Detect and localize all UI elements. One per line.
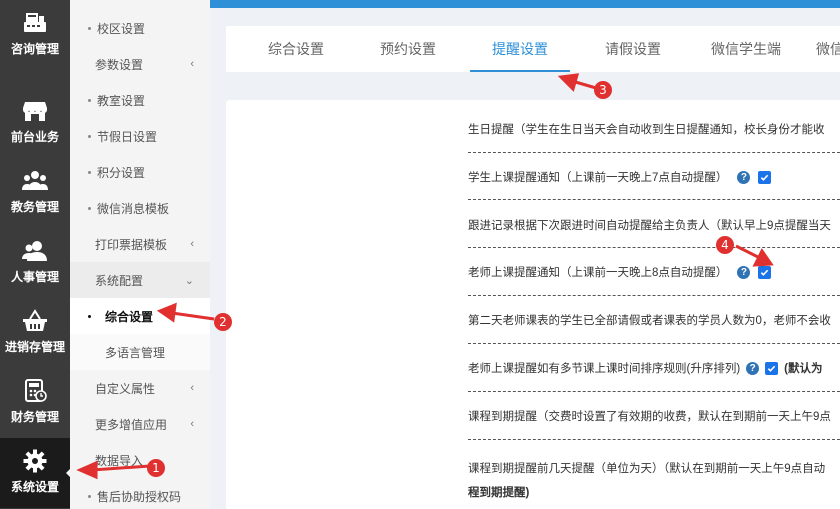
- tab-leave[interactable]: 请假设置: [593, 26, 673, 72]
- divider: [468, 295, 840, 296]
- rail-item-consult[interactable]: 咨询管理: [0, 0, 70, 70]
- submenu-item-wechat-template[interactable]: 微信消息模板: [70, 190, 210, 226]
- setting-birthday: 生日提醒（学生在生日当天会自动收到生日提醒通知，校长身份才能收: [468, 124, 825, 136]
- storefront-icon: [22, 98, 48, 124]
- submenu-item-campus[interactable]: 校区设置: [70, 10, 210, 46]
- rail-item-label: 财务管理: [10, 410, 59, 424]
- chevron-down-icon: ⌄: [184, 274, 194, 287]
- person-icon: [22, 238, 48, 264]
- annotation-badge: 3: [594, 81, 612, 99]
- submenu-item-data-import[interactable]: 数据导入: [70, 442, 210, 478]
- users-group-icon: [22, 168, 48, 194]
- submenu-item-points[interactable]: 积分设置: [70, 154, 210, 190]
- submenu-item-language[interactable]: 多语言管理: [70, 334, 210, 370]
- calculator-icon: [22, 378, 48, 404]
- submenu-item-print-template[interactable]: 打印票据模板 ‹: [70, 226, 210, 262]
- rail-item-label: 进销存管理: [4, 340, 65, 354]
- divider: [468, 152, 840, 153]
- chevron-left-icon: ‹: [190, 58, 194, 70]
- tab-wechat-more[interactable]: 微信: [816, 26, 840, 72]
- submenu-item-support-code[interactable]: 售后协助授权码: [70, 478, 210, 509]
- submenu-item-general-settings[interactable]: 综合设置: [70, 298, 210, 334]
- bullet-icon: [88, 134, 91, 138]
- setting-teacher-class-reminder: 老师上课提醒通知（上课前一天晚上8点自动提醒） ?: [468, 263, 840, 281]
- annotation-badge: 2: [214, 313, 232, 331]
- setting-course-expiry-days: 课程到期提醒前几天提醒（单位为天）（默认在到期前一天上午9点自动: [468, 463, 826, 475]
- bullet-icon: [88, 314, 91, 318]
- annotation-badge: 4: [716, 236, 734, 254]
- teacher-sort-rule-checkbox[interactable]: [765, 361, 779, 375]
- bullet-icon: [88, 206, 91, 210]
- rail-item-finance[interactable]: 财务管理: [0, 368, 70, 438]
- divider: [468, 343, 840, 344]
- bullet-icon: [88, 494, 91, 498]
- setting-followup-reminder: 跟进记录根据下次跟进时间自动提醒给主负责人（默认早上9点提醒当天: [468, 220, 831, 232]
- chevron-left-icon: ‹: [190, 238, 194, 250]
- top-header-bar: [210, 0, 840, 8]
- rail-item-label: 前台业务: [10, 130, 59, 144]
- rail-item-label: 教务管理: [10, 200, 59, 214]
- gear-icon: [22, 448, 48, 474]
- divider: [468, 247, 840, 248]
- chevron-left-icon: ‹: [190, 382, 194, 394]
- divider: [468, 391, 840, 392]
- submenu-item-holiday[interactable]: 节假日设置: [70, 118, 210, 154]
- teacher-class-reminder-checkbox[interactable]: [758, 265, 772, 279]
- student-class-reminder-checkbox[interactable]: [758, 170, 772, 184]
- basket-icon: [22, 308, 48, 334]
- rail-item-label: 人事管理: [10, 270, 59, 284]
- tab-reminder[interactable]: 提醒设置: [470, 26, 570, 72]
- divider: [468, 199, 840, 200]
- setting-course-expiry: 课程到期提醒（交费时设置了有效期的收费，默认在到期前一天上午9点: [468, 411, 831, 423]
- submenu-item-classroom[interactable]: 教室设置: [70, 82, 210, 118]
- chevron-left-icon: ‹: [190, 418, 194, 430]
- tab-general[interactable]: 综合设置: [256, 26, 336, 72]
- tab-booking[interactable]: 预约设置: [368, 26, 448, 72]
- submenu-item-params[interactable]: 参数设置 ‹: [70, 46, 210, 82]
- annotation-badge: 1: [147, 459, 165, 477]
- reminder-settings-panel: [226, 100, 840, 509]
- submenu-item-custom-attr[interactable]: 自定义属性 ‹: [70, 370, 210, 406]
- submenu-item-addons[interactable]: 更多增值应用 ‹: [70, 406, 210, 442]
- divider: [468, 439, 840, 440]
- register-icon: [22, 10, 48, 36]
- help-icon[interactable]: ?: [737, 265, 751, 279]
- bullet-icon: [88, 26, 91, 30]
- settings-submenu: 校区设置 参数设置 ‹ 教室设置 节假日设置 积分设置 微信消息模板 打印票据模板…: [70, 0, 210, 509]
- settings-tabs: 综合设置 预约设置 提醒设置 请假设置 微信学生端 微信: [226, 26, 840, 72]
- submenu-item-system-config[interactable]: 系统配置 ⌄: [70, 262, 210, 298]
- tab-wechat-student[interactable]: 微信学生端: [704, 26, 788, 72]
- setting-student-class-reminder: 学生上课提醒通知（上课前一天晚上7点自动提醒） ?: [468, 168, 840, 186]
- bullet-icon: [88, 170, 91, 174]
- help-icon[interactable]: ?: [737, 170, 751, 184]
- rail-item-inventory[interactable]: 进销存管理: [0, 298, 70, 368]
- main-nav-rail: 咨询管理 前台业务 教务管理 人事管理 进销存管理 财务管理 系统设置: [0, 0, 71, 509]
- rail-item-academic[interactable]: 教务管理: [0, 158, 70, 228]
- help-icon[interactable]: ?: [746, 361, 760, 375]
- rail-item-label: 系统设置: [10, 480, 59, 494]
- bullet-icon: [88, 98, 91, 102]
- header-gap: [210, 8, 840, 26]
- rail-item-frontdesk[interactable]: 前台业务: [0, 88, 70, 158]
- setting-teacher-sort-rule: 老师上课提醒如有多节课上课时间排序规则(升序排列) ? (默认为: [468, 361, 823, 375]
- rail-item-label: 咨询管理: [10, 42, 59, 56]
- setting-teacher-all-leave: 第二天老师课表的学生已全部请假或者课表的学员人数为0，老师不会收: [468, 315, 831, 327]
- setting-course-expiry-days-line2: 程到期提醒): [468, 487, 530, 499]
- rail-item-system[interactable]: 系统设置: [0, 438, 71, 508]
- rail-item-hr[interactable]: 人事管理: [0, 228, 70, 298]
